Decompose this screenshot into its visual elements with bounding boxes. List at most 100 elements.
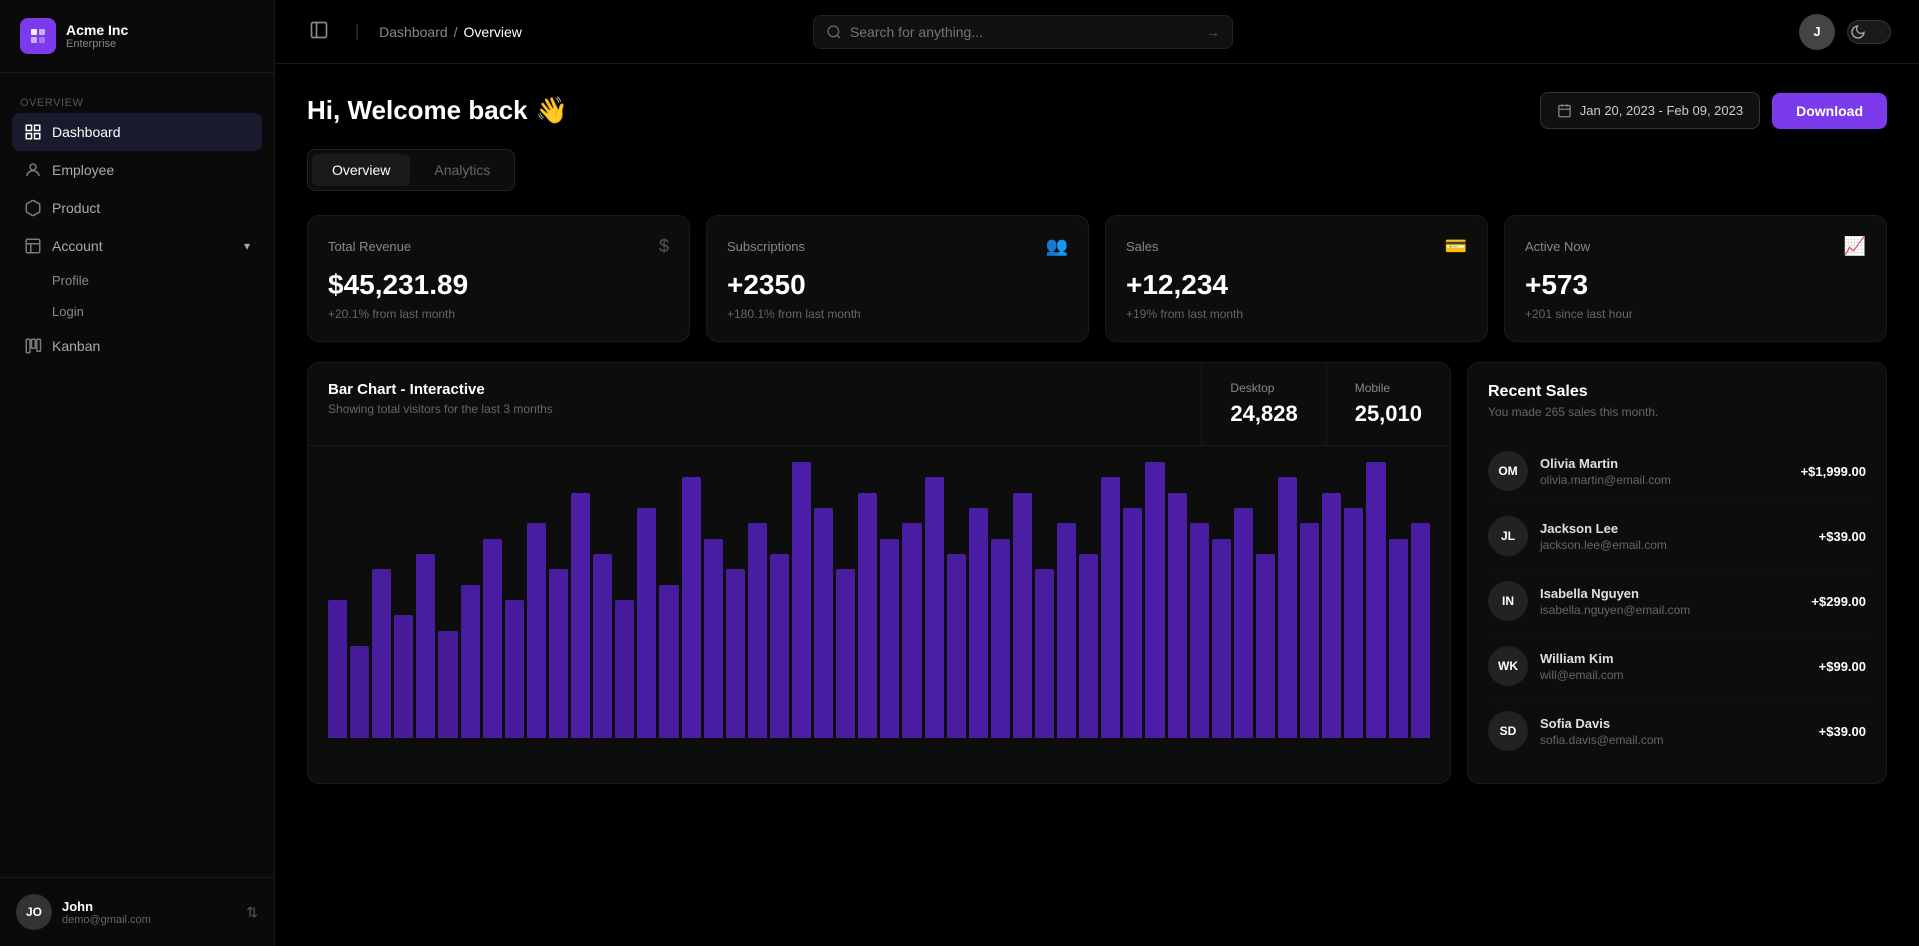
sale-amount: +$1,999.00 [1801,464,1866,479]
chart-bar-10[interactable] [549,569,568,738]
chart-bar-20[interactable] [770,554,789,738]
bar-chart[interactable] [308,446,1450,746]
chart-bar-23[interactable] [836,569,855,738]
date-range-picker[interactable]: Jan 20, 2023 - Feb 09, 2023 [1540,92,1760,129]
search-icon [826,24,842,40]
user-avatar: JO [16,894,52,930]
logo-icon [20,18,56,54]
stat-icon: 💳 [1445,236,1467,257]
chart-bar-13[interactable] [615,600,634,738]
chart-bar-7[interactable] [483,539,502,738]
chart-bar-5[interactable] [438,631,457,738]
chart-bar-9[interactable] [527,523,546,738]
footer-chevron-icon[interactable]: ⇅ [246,904,258,921]
chart-bar-42[interactable] [1256,554,1275,738]
chart-bar-41[interactable] [1234,508,1253,738]
chart-bar-21[interactable] [792,462,811,738]
main-content: | Dashboard / Overview → J Hi, W [275,0,1919,946]
stat-header: Subscriptions 👥 [727,236,1068,257]
chart-bar-4[interactable] [416,554,435,738]
chart-bar-34[interactable] [1079,554,1098,738]
chart-bar-37[interactable] [1145,462,1164,738]
sidebar-item-product[interactable]: Product [12,189,262,227]
tab-analytics[interactable]: Analytics [414,154,510,186]
chart-bar-32[interactable] [1035,569,1054,738]
chart-bar-29[interactable] [969,508,988,738]
chart-bar-17[interactable] [704,539,723,738]
chart-bar-15[interactable] [659,585,678,738]
sidebar-item-profile[interactable]: Profile [40,265,262,296]
chart-bar-18[interactable] [726,569,745,738]
stat-header: Sales 💳 [1126,236,1467,257]
stat-card-3: Active Now 📈 +573 +201 since last hour [1504,215,1887,342]
sidebar-item-dashboard[interactable]: Dashboard [12,113,262,151]
sidebar-item-kanban[interactable]: Kanban [12,327,262,365]
sale-avatar: SD [1488,711,1528,751]
chart-bar-8[interactable] [505,600,524,738]
chart-bar-3[interactable] [394,615,413,738]
user-menu-button[interactable]: J [1799,14,1835,50]
chart-bar-49[interactable] [1411,523,1430,738]
chart-bar-30[interactable] [991,539,1010,738]
chart-bar-43[interactable] [1278,477,1297,738]
download-button[interactable]: Download [1772,93,1887,129]
header-right: Jan 20, 2023 - Feb 09, 2023 Download [1540,92,1887,129]
chart-bar-24[interactable] [858,493,877,738]
page-tabs: Overview Analytics [307,149,515,191]
search-input[interactable] [850,24,1198,40]
chart-bar-46[interactable] [1344,508,1363,738]
chart-bar-48[interactable] [1389,539,1408,738]
footer-user-email: demo@gmail.com [62,914,236,926]
chart-bar-26[interactable] [902,523,921,738]
chart-bar-38[interactable] [1168,493,1187,738]
recent-sales-card: Recent Sales You made 265 sales this mon… [1467,362,1887,784]
chart-bar-22[interactable] [814,508,833,738]
sale-item-0: OM Olivia Martin olivia.martin@email.com… [1488,439,1866,504]
chart-bar-27[interactable] [925,477,944,738]
sale-email: jackson.lee@email.com [1540,538,1807,552]
stat-change: +201 since last hour [1525,307,1866,321]
sidebar: Acme Inc Enterprise Overview Dashboard E… [0,0,275,946]
chart-bar-25[interactable] [880,539,899,738]
desktop-value: 24,828 [1230,401,1297,427]
chart-bar-6[interactable] [461,585,480,738]
sale-name: Jackson Lee [1540,521,1807,536]
sale-avatar: OM [1488,451,1528,491]
chart-bar-12[interactable] [593,554,612,738]
stat-label: Total Revenue [328,239,411,254]
sidebar-item-login[interactable]: Login [40,296,262,327]
calendar-icon [1557,103,1572,118]
sale-name: Isabella Nguyen [1540,586,1799,601]
chart-bar-35[interactable] [1101,477,1120,738]
chart-bar-33[interactable] [1057,523,1076,738]
chart-bar-31[interactable] [1013,493,1032,738]
sale-item-1: JL Jackson Lee jackson.lee@email.com +$3… [1488,504,1866,569]
chart-bar-0[interactable] [328,600,347,738]
sale-info: Jackson Lee jackson.lee@email.com [1540,521,1807,552]
sidebar-nav: Overview Dashboard Employee Product [0,73,274,877]
chart-bar-14[interactable] [637,508,656,738]
chart-bar-40[interactable] [1212,539,1231,738]
tab-overview[interactable]: Overview [312,154,410,186]
chart-bar-2[interactable] [372,569,391,738]
chart-bar-11[interactable] [571,493,590,738]
greeting-emoji: 👋 [536,95,568,126]
chart-bar-36[interactable] [1123,508,1142,738]
chart-bar-45[interactable] [1322,493,1341,738]
chart-bar-39[interactable] [1190,523,1209,738]
sidebar-item-employee[interactable]: Employee [12,151,262,189]
chart-bar-28[interactable] [947,554,966,738]
theme-toggle-button[interactable] [1847,20,1891,44]
chart-bar-44[interactable] [1300,523,1319,738]
sidebar-item-account[interactable]: Account ▾ [12,227,262,265]
chart-bar-47[interactable] [1366,462,1385,738]
footer-user-name: John [62,899,236,914]
sidebar-toggle-button[interactable] [303,14,335,49]
breadcrumb-parent[interactable]: Dashboard [379,24,448,40]
chart-bar-16[interactable] [682,477,701,738]
page-header: Hi, Welcome back 👋 Jan 20, 2023 - Feb 09… [307,92,1887,129]
stat-value: $45,231.89 [328,269,669,301]
chart-bar-1[interactable] [350,646,369,738]
mobile-value: 25,010 [1355,401,1422,427]
chart-bar-19[interactable] [748,523,767,738]
